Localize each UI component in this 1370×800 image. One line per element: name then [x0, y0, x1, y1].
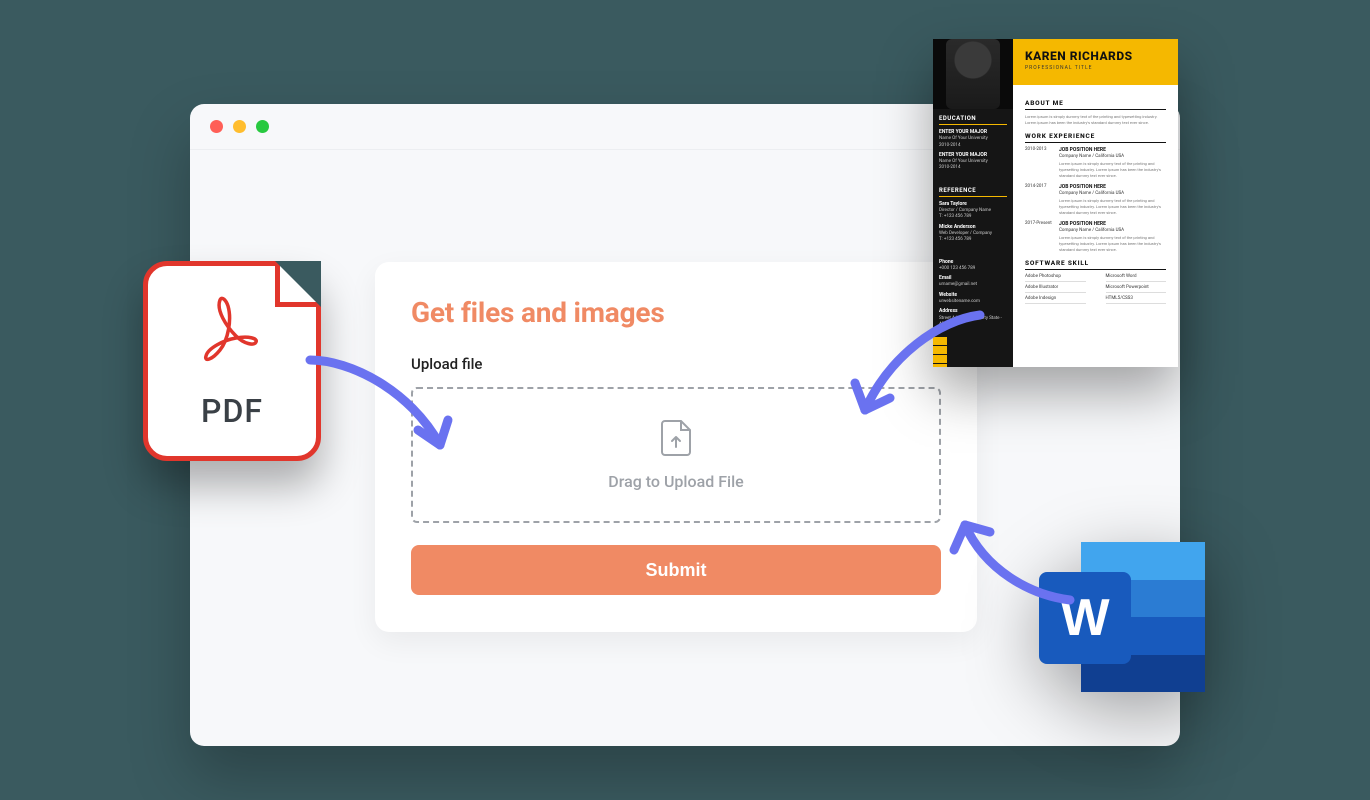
- reference-heading: REFERENCE: [939, 187, 1007, 197]
- resume-file-tile: EDUCATION ENTER YOUR MAJOR Name Of Your …: [933, 39, 1178, 367]
- reference-item: Sara Taylore Director / Company Name T: …: [939, 201, 1007, 221]
- contact-item: AddressStreet Address here, City State -…: [939, 308, 1007, 328]
- resume-photo: [933, 39, 1013, 109]
- work-item: 2017-Present JOB POSITION HERE Company N…: [1025, 221, 1166, 253]
- resume-header: KAREN RICHARDS PROFESSIONAL TITLE: [1013, 39, 1178, 85]
- skill-item: Microsoft Powerpoint: [1106, 285, 1167, 293]
- upload-card: Get files and images Upload file Drag to…: [375, 262, 977, 632]
- about-text: Lorem ipsum is simply dummy text of the …: [1025, 114, 1166, 126]
- window-maximize-icon[interactable]: [256, 120, 269, 133]
- resume-sidebar: EDUCATION ENTER YOUR MAJOR Name Of Your …: [933, 39, 1013, 367]
- window-close-icon[interactable]: [210, 120, 223, 133]
- avatar-icon: [946, 39, 1000, 109]
- resume-name: KAREN RICHARDS: [1025, 49, 1166, 63]
- education-item: ENTER YOUR MAJOR Name Of Your University…: [939, 152, 1007, 172]
- skill-item: Adobe Indesign: [1025, 296, 1086, 304]
- window-minimize-icon[interactable]: [233, 120, 246, 133]
- resume-main: KAREN RICHARDS PROFESSIONAL TITLE ABOUT …: [1013, 39, 1178, 367]
- resume-title: PROFESSIONAL TITLE: [1025, 65, 1166, 71]
- dropzone-text: Drag to Upload File: [608, 472, 743, 491]
- work-item: 2010-2013 JOB POSITION HERE Company Name…: [1025, 147, 1166, 179]
- skill-item: Adobe Photoshop: [1025, 274, 1086, 282]
- file-dropzone[interactable]: Drag to Upload File: [411, 387, 941, 523]
- card-title: Get files and images: [411, 296, 941, 329]
- education-item: ENTER YOUR MAJOR Name Of Your University…: [939, 129, 1007, 149]
- contact-item: Emailurname@gmail.net: [939, 275, 1007, 289]
- upload-field-label: Upload file: [411, 355, 941, 373]
- reference-item: Micke Anderson Web Developer / Company T…: [939, 224, 1007, 244]
- word-badge-icon: W: [1039, 572, 1131, 664]
- education-heading: EDUCATION: [939, 115, 1007, 125]
- skills-heading: SOFTWARE SKILL: [1025, 259, 1166, 270]
- submit-button[interactable]: Submit: [411, 545, 941, 595]
- adobe-pdf-icon: [196, 292, 268, 374]
- skill-item: HTML5/CSS3: [1106, 296, 1167, 304]
- word-file-tile: W: [1039, 542, 1205, 692]
- decorative-bars: [933, 337, 1013, 367]
- work-item: 2014-2017 JOB POSITION HERE Company Name…: [1025, 184, 1166, 216]
- contact-item: Phone+000 123 456 789: [939, 259, 1007, 273]
- contact-item: Websiteurwebsitename.com: [939, 292, 1007, 306]
- file-upload-icon: [661, 420, 691, 460]
- page-fold-icon: [275, 261, 321, 307]
- skill-item: Adobe Illustrator: [1025, 285, 1086, 293]
- about-heading: ABOUT ME: [1025, 99, 1166, 110]
- work-heading: WORK EXPERIENCE: [1025, 132, 1166, 143]
- skill-item: Microsoft Word: [1106, 274, 1167, 282]
- pdf-label: PDF: [201, 392, 263, 430]
- pdf-file-tile: PDF: [143, 261, 321, 461]
